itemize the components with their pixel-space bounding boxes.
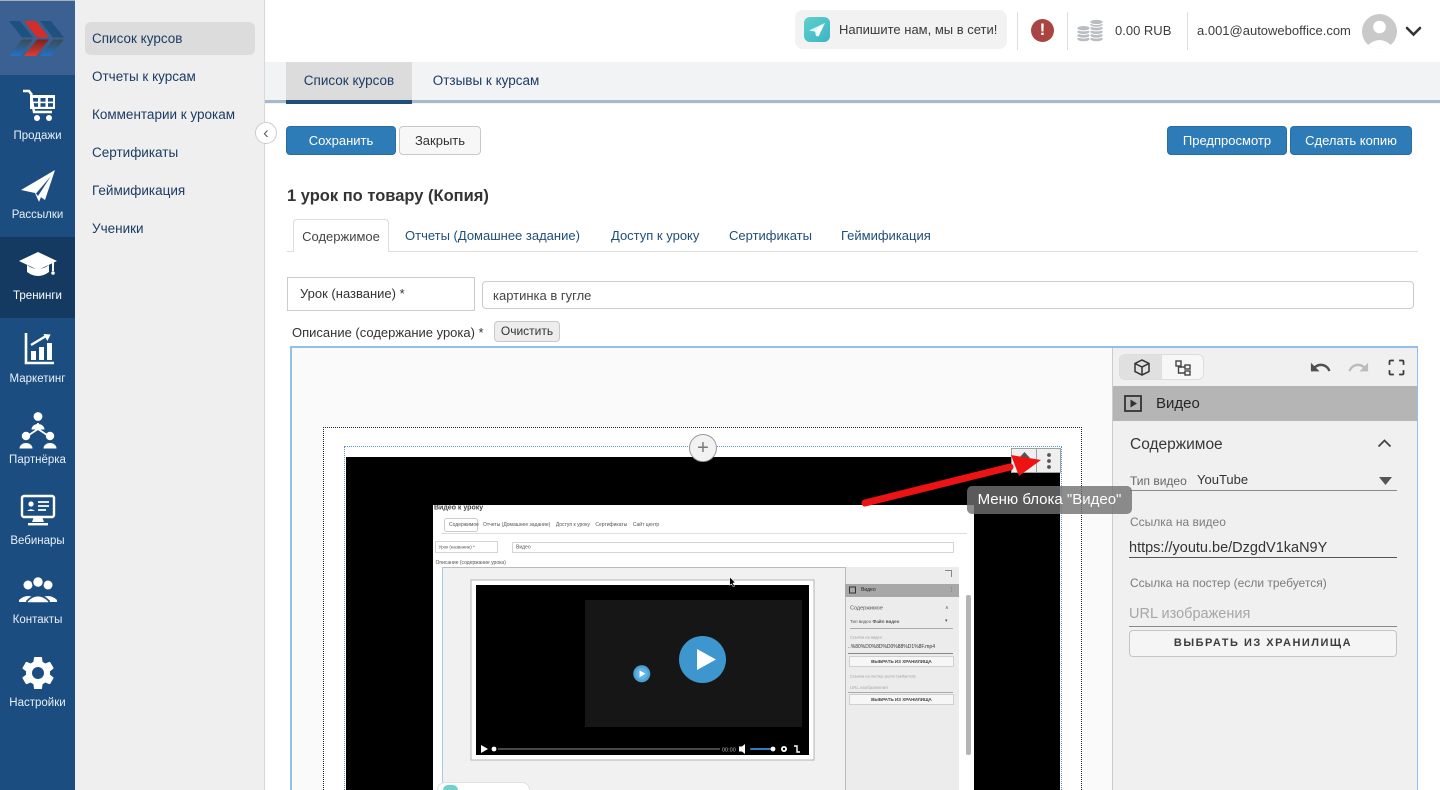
svg-text:00:00: 00:00 [722,748,736,754]
